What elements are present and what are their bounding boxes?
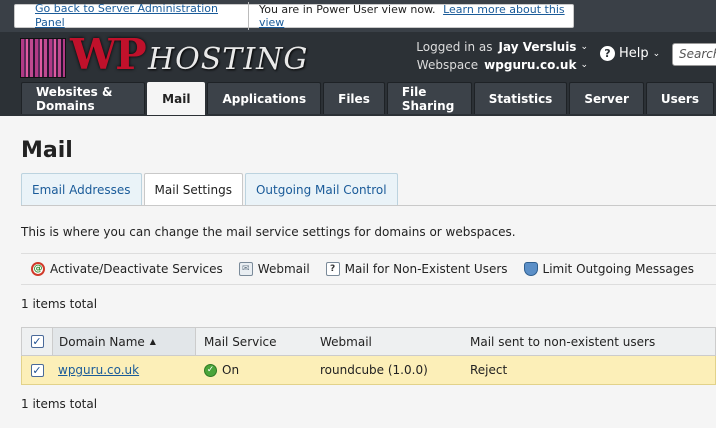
tab-file-sharing[interactable]: File Sharing <box>386 82 472 114</box>
tab-statistics[interactable]: Statistics <box>473 82 568 114</box>
tab-files[interactable]: Files <box>323 82 385 114</box>
mail-service-column-header: Mail Service <box>204 334 277 349</box>
shield-icon <box>523 262 538 276</box>
activate-deactivate-button[interactable]: @ Activate/Deactivate Services <box>31 262 223 276</box>
help-label: Help <box>619 46 649 61</box>
chevron-down-icon: ⌄ <box>580 42 588 52</box>
activate-icon: @ <box>31 262 45 276</box>
help-menu[interactable]: ? Help ⌄ <box>600 46 660 61</box>
subtab-email-addresses[interactable]: Email Addresses <box>21 173 142 205</box>
tab-applications[interactable]: Applications <box>207 82 322 114</box>
user-name[interactable]: Jay Versluis <box>499 40 577 54</box>
mail-toolbar: @ Activate/Deactivate Services ✉ Webmail… <box>21 253 716 285</box>
mail-settings-table: ✓ Domain Name ▲ Mail Service Webmail Mai… <box>21 327 716 385</box>
main-nav: Websites & Domains Mail Applications Fil… <box>21 82 716 115</box>
envelope-icon: ✉ <box>238 262 253 276</box>
table-header: ✓ Domain Name ▲ Mail Service Webmail Mai… <box>21 327 716 356</box>
webmail-column-header: Webmail <box>320 334 372 349</box>
subtab-divider <box>21 205 716 206</box>
logo-hosting-text: HOSTING <box>148 42 309 77</box>
user-info: Logged in as Jay Versluis ⌄ Webspace wpg… <box>400 38 588 74</box>
domain-link[interactable]: wpguru.co.uk <box>58 363 139 377</box>
question-envelope-icon: ? <box>325 262 340 276</box>
search-input[interactable]: Search <box>672 43 716 66</box>
webspace-row[interactable]: Webspace wpguru.co.uk ⌄ <box>400 56 588 74</box>
tab-users[interactable]: Users <box>645 82 714 114</box>
table-row[interactable]: ✓ wpguru.co.uk ✓ On roundcube (1.0.0) Re… <box>21 356 716 385</box>
domain-cell: wpguru.co.uk <box>52 356 196 384</box>
chevron-down-icon: ⌄ <box>652 48 661 59</box>
tab-server[interactable]: Server <box>569 82 644 114</box>
activate-label: Activate/Deactivate Services <box>50 262 223 276</box>
logo-barcode-graphic <box>20 38 66 78</box>
items-total-top: 1 items total <box>21 297 98 311</box>
webmail-label: Webmail <box>257 262 310 276</box>
mail-subtabs: Email Addresses Mail Settings Outgoing M… <box>21 173 400 206</box>
limit-outgoing-button[interactable]: Limit Outgoing Messages <box>523 262 695 276</box>
page-description: This is where you can change the mail se… <box>21 225 516 239</box>
help-icon: ? <box>600 46 615 61</box>
logo-wp-text: WP <box>70 30 147 79</box>
chevron-down-icon: ⌄ <box>580 60 588 70</box>
tab-mail[interactable]: Mail <box>147 82 206 115</box>
domain-name-column-header[interactable]: Domain Name ▲ <box>52 328 196 355</box>
subtab-mail-settings[interactable]: Mail Settings <box>143 173 243 206</box>
select-all-checkbox[interactable]: ✓ <box>30 335 44 348</box>
nonexistent-users-column-header: Mail sent to non-existent users <box>470 334 656 349</box>
wp-hosting-logo: WP HOSTING <box>20 30 307 80</box>
nonexistent-users-button[interactable]: ? Mail for Non-Existent Users <box>325 262 508 276</box>
webspace-name[interactable]: wpguru.co.uk <box>484 58 576 72</box>
webmail-button[interactable]: ✉ Webmail <box>238 262 310 276</box>
limit-label: Limit Outgoing Messages <box>542 262 695 276</box>
webmail-cell: roundcube (1.0.0) <box>320 363 428 377</box>
mail-service-status: On <box>222 363 240 377</box>
logged-in-row[interactable]: Logged in as Jay Versluis ⌄ <box>400 38 588 56</box>
nonexistent-users-cell: Reject <box>470 363 508 377</box>
back-to-server-admin-link[interactable]: Go back to Server Administration Panel <box>15 2 249 30</box>
sort-ascending-icon: ▲ <box>149 337 156 346</box>
check-circle-icon: ✓ <box>204 363 217 377</box>
domain-name-header-label: Domain Name <box>59 334 145 349</box>
row-checkbox[interactable]: ✓ <box>30 363 44 377</box>
webspace-label: Webspace <box>416 58 479 72</box>
select-all-cell: ✓ <box>22 328 52 355</box>
subtab-outgoing-mail-control[interactable]: Outgoing Mail Control <box>244 173 398 205</box>
row-select-cell: ✓ <box>22 356 52 384</box>
items-total-bottom: 1 items total <box>21 397 98 411</box>
power-user-message: You are in Power User view now. Learn mo… <box>249 3 573 29</box>
tab-websites-domains[interactable]: Websites & Domains <box>21 82 146 114</box>
logged-in-label: Logged in as <box>416 40 493 54</box>
page-title: Mail <box>21 138 73 163</box>
power-user-text: You are in Power User view now. <box>258 3 436 16</box>
view-notice-bar: Go back to Server Administration Panel Y… <box>14 2 574 30</box>
mail-service-cell: ✓ On <box>196 363 310 377</box>
nonexistent-label: Mail for Non-Existent Users <box>344 262 508 276</box>
